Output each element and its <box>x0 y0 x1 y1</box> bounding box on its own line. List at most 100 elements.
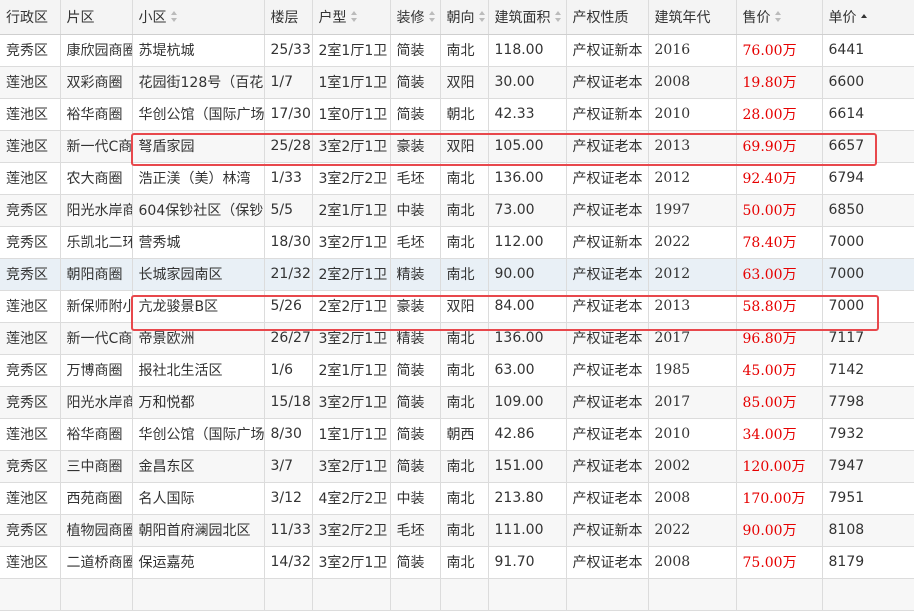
cell-unit-price: 7142 <box>822 354 914 387</box>
cell-community: 华创公馆（国际广场 <box>132 418 265 451</box>
table-row[interactable]: 莲池区 西苑商圈 名人国际 3/12 4室2厅2卫 中装 南北 213.80 产权证老本 2008… <box>0 482 914 515</box>
table-row[interactable] <box>0 578 914 611</box>
cell-price: 170.00万 <box>736 482 823 515</box>
cell-area-size: 111.00 <box>488 514 567 547</box>
cell-community: 朝阳首府澜园北区 <box>132 514 265 547</box>
cell-area-size: 109.00 <box>488 386 567 419</box>
cell-area-size: 42.86 <box>488 418 567 451</box>
cell-district: 莲池区 <box>0 66 61 99</box>
cell-floor: 8/30 <box>264 418 313 451</box>
cell-layout: 3室2厅2卫 <box>312 514 391 547</box>
cell-layout: 3室2厅1卫 <box>312 546 391 579</box>
cell-unit-price: 7798 <box>822 386 914 419</box>
cell-floor: 1/33 <box>264 162 313 195</box>
cell-community: 金昌东区 <box>132 450 265 483</box>
cell-decoration: 简装 <box>390 386 441 419</box>
cell-price: 96.80万 <box>736 322 823 355</box>
cell-area: 裕华商圈 <box>60 418 133 451</box>
cell-orientation: 朝西 <box>440 418 489 451</box>
cell-district <box>0 578 61 611</box>
sort-icon[interactable] <box>428 11 436 23</box>
cell-floor: 15/18 <box>264 386 313 419</box>
table-row[interactable]: 竞秀区阳光水岸商圈万和悦都15/183室2厅1卫简装南北109.00产权证老本2… <box>0 386 914 419</box>
cell-decoration: 中装 <box>390 482 441 515</box>
cell-build-year: 2013 <box>648 130 737 163</box>
cell-district: 莲池区 <box>0 322 61 355</box>
table-row[interactable]: 莲池区 新保师附小 亢龙骏景B区 5/26 2室2厅1卫 豪装 双阳 84.00 产权证老本 20… <box>0 290 914 323</box>
cell-floor: 25/28 <box>264 130 313 163</box>
cell-build-year: 2013 <box>648 290 737 323</box>
cell-area-size: 90.00 <box>488 258 567 291</box>
cell-floor: 25/33 <box>264 34 313 67</box>
cell-unit-price: 6614 <box>822 98 914 131</box>
cell-build-year: 2008 <box>648 546 737 579</box>
cell-area: 新保师附小 <box>60 290 133 323</box>
cell-community: 名人国际 <box>132 482 265 515</box>
cell-orientation: 南北 <box>440 450 489 483</box>
cell-community: 帝景欧洲 <box>132 322 265 355</box>
column-header-label: 建筑年代 <box>654 9 711 26</box>
cell-price: 58.80万 <box>736 290 823 323</box>
sort-icon[interactable] <box>774 11 782 23</box>
cell-decoration <box>390 578 441 611</box>
cell-unit-price: 6600 <box>822 66 914 99</box>
cell-price: 78.40万 <box>736 226 823 259</box>
column-header-price[interactable]: 售价 <box>736 0 823 35</box>
column-header-label: 楼层 <box>270 9 299 26</box>
cell-area-size: 136.00 <box>488 162 567 195</box>
table-row[interactable]: 竞秀区 植物园商圈 朝阳首府澜园北区 11/33 3室2厅2卫 毛坯 南北 111.00 产权证… <box>0 514 914 547</box>
cell-district: 莲池区 <box>0 418 61 451</box>
table-row[interactable]: 竞秀区 朝阳商圈 长城家园南区 21/32 2室2厅1卫 精装 南北 90.00 产权证老本 20… <box>0 258 914 291</box>
column-header-community[interactable]: 小区 <box>132 0 265 35</box>
cell-decoration: 毛坯 <box>390 514 441 547</box>
table-row[interactable]: 竞秀区 万博商圈 报社北生活区 1/6 2室1厅1卫 简装 南北 63.00 产权证老本 1985… <box>0 354 914 387</box>
cell-area-size: 112.00 <box>488 226 567 259</box>
column-header-label: 小区 <box>138 9 167 26</box>
column-header-area-size[interactable]: 建筑面积 <box>488 0 567 35</box>
cell-price: 50.00万 <box>736 194 823 227</box>
table-row[interactable]: 莲池区 农大商圈 浩正渼（美）林湾 1/33 3室2厅2卫 毛坯 南北 136.00 产权证老本… <box>0 162 914 195</box>
cell-community: 长城家园南区 <box>132 258 265 291</box>
cell-area: 植物园商圈 <box>60 514 133 547</box>
table-row[interactable]: 莲池区新一代C商圈弩盾家园25/283室2厅1卫豪装双阳105.00产权证老本2… <box>0 130 914 163</box>
table-row[interactable]: 竞秀区 三中商圈 金昌东区 3/7 3室2厅1卫 简装 南北 151.00 产权证老本 2002 1… <box>0 450 914 483</box>
cell-layout: 2室1厅1卫 <box>312 34 391 67</box>
table-row[interactable]: 莲池区新一代C商圈帝景欧洲26/273室2厅1卫精装南北136.00产权证老本2… <box>0 322 914 355</box>
cell-layout: 4室2厅2卫 <box>312 482 391 515</box>
table-row[interactable]: 竞秀区阳光水岸商圈604保钞社区（保钞5/52室1厅1卫中装南北73.00产权证… <box>0 194 914 227</box>
cell-unit-price: 7117 <box>822 322 914 355</box>
cell-property-type: 产权证老本 <box>566 354 649 387</box>
column-header-orientation[interactable]: 朝向 <box>440 0 489 35</box>
cell-decoration: 简装 <box>390 354 441 387</box>
cell-property-type: 产权证老本 <box>566 418 649 451</box>
table-row[interactable]: 莲池区 裕华商圈 华创公馆（国际广场 8/30 1室1厅1卫 简装 朝西 42.86 产权证老本… <box>0 418 914 451</box>
cell-floor: 3/12 <box>264 482 313 515</box>
cell-area: 西苑商圈 <box>60 482 133 515</box>
table-row[interactable]: 莲池区 双彩商圈 花园街128号（百花 1/7 1室1厅1卫 简装 双阳 30.00 产权证老本… <box>0 66 914 99</box>
cell-orientation: 南北 <box>440 354 489 387</box>
cell-unit-price: 7932 <box>822 418 914 451</box>
table-row[interactable]: 莲池区 二道桥商圈 保运嘉苑 14/32 3室2厅1卫 简装 南北 91.70 产权证老本 200… <box>0 546 914 579</box>
column-header-district: 行政区 <box>0 0 61 35</box>
cell-area: 阳光水岸商圈 <box>60 386 133 419</box>
cell-decoration: 简装 <box>390 546 441 579</box>
cell-area-size <box>488 578 567 611</box>
cell-build-year: 1997 <box>648 194 737 227</box>
column-header-layout[interactable]: 户型 <box>312 0 391 35</box>
sort-icon[interactable] <box>170 11 178 23</box>
cell-orientation: 双阳 <box>440 290 489 323</box>
cell-community: 弩盾家园 <box>132 130 265 163</box>
sort-ascending-icon[interactable] <box>860 11 868 22</box>
table-row[interactable]: 竞秀区 乐凯北二环 营秀城 18/30 3室2厅1卫 毛坯 南北 112.00 产权证新本 202… <box>0 226 914 259</box>
table-row[interactable]: 莲池区 裕华商圈 华创公馆（国际广场 17/30 1室0厅1卫 简装 朝北 42.33 产权证新… <box>0 98 914 131</box>
cell-area-size: 91.70 <box>488 546 567 579</box>
column-header-label: 单价 <box>828 9 857 26</box>
sort-icon[interactable] <box>478 11 486 23</box>
column-header-label: 售价 <box>742 9 771 26</box>
table-row[interactable]: 竞秀区 康欣园商圈 苏堤杭城 25/33 2室1厅1卫 简装 南北 118.00 产权证新本 20… <box>0 34 914 67</box>
column-header-unit-price[interactable]: 单价 <box>822 0 914 35</box>
column-header-decoration[interactable]: 装修 <box>390 0 441 35</box>
sort-icon[interactable] <box>350 11 358 23</box>
cell-build-year: 2017 <box>648 322 737 355</box>
sort-icon[interactable] <box>554 11 562 23</box>
